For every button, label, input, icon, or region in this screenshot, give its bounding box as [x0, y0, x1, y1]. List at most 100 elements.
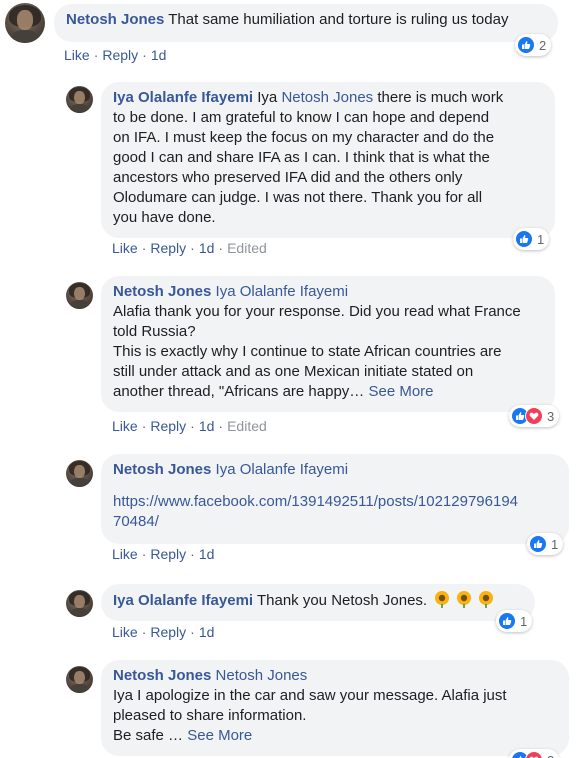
reaction-count: 3	[547, 408, 555, 424]
line-spacer	[113, 480, 557, 492]
comment-last-line: another thread, "Africans are happy… See…	[113, 382, 543, 402]
thumbs-up-icon	[515, 230, 533, 248]
reply-button[interactable]: Reply	[150, 418, 186, 434]
comment-first-line: Iya Olalanfe Ifayemi Iya Netosh Jones th…	[113, 88, 543, 108]
like-button[interactable]: Like	[112, 546, 138, 562]
avatar-face	[74, 594, 85, 609]
avatar-body	[70, 684, 89, 693]
comment-text: Olodumare can judge. I was not there. Th…	[113, 189, 483, 206]
avatar-body	[70, 478, 89, 487]
mention-link[interactable]: Iya Olalanfe Ifayemi	[216, 283, 349, 300]
thumbs-up-icon	[529, 535, 547, 553]
avatar[interactable]	[66, 460, 93, 487]
comment-text: pleased to share information.	[113, 707, 307, 724]
mention-link[interactable]: Netosh Jones	[281, 89, 373, 106]
thumbs-up-icon	[498, 612, 516, 630]
comment-text: Thank you Netosh Jones.	[256, 592, 428, 609]
comment-text: That same humiliation and torture is rul…	[168, 11, 509, 28]
comment-author[interactable]: Iya Olalanfe Ifayemi	[113, 89, 253, 106]
avatar-body	[70, 608, 89, 617]
reaction-count: 1	[520, 613, 528, 629]
sunflower-icon	[457, 591, 472, 608]
reaction-count: 2	[547, 753, 554, 758]
comment-bubble: Iya Olalanfe Ifayemi Iya Netosh Jones th…	[101, 82, 555, 238]
timestamp[interactable]: 1d	[151, 47, 167, 63]
reply-button[interactable]: Reply	[150, 546, 186, 562]
reaction-summary[interactable]: 3	[509, 405, 560, 427]
reaction-summary[interactable]: 2	[509, 749, 560, 758]
comment-actions: Like · Reply · 1d	[64, 47, 167, 63]
comment-text: told Russia?	[113, 323, 196, 340]
comment-bubble: Netosh Jones Iya Olalanfe Ifayemi Alafia…	[101, 276, 555, 412]
see-more-link[interactable]: See More	[368, 383, 433, 400]
see-more-link[interactable]: See More	[187, 727, 252, 744]
avatar-body	[70, 300, 89, 309]
comment-bubble: Netosh Jones That same humiliation and t…	[54, 4, 558, 42]
comment-author[interactable]: Netosh Jones	[113, 283, 211, 300]
comment-bubble: Iya Olalanfe Ifayemi Thank you Netosh Jo…	[101, 584, 535, 621]
timestamp[interactable]: 1d	[199, 240, 215, 256]
comment-actions: Like · Reply · 1d · Edited	[112, 240, 267, 256]
comment-author[interactable]: Netosh Jones	[113, 461, 211, 478]
avatar-face	[74, 286, 85, 301]
reply-button[interactable]: Reply	[102, 47, 138, 63]
like-button[interactable]: Like	[112, 624, 138, 640]
shared-link[interactable]: 70484/	[113, 512, 557, 532]
comment-text: Alafia thank you for your response. Did …	[113, 303, 521, 320]
edited-label[interactable]: Edited	[227, 418, 267, 434]
timestamp[interactable]: 1d	[199, 546, 215, 562]
comment-author[interactable]: Netosh Jones	[66, 11, 164, 28]
avatar-face	[74, 670, 85, 685]
comment-author[interactable]: Iya Olalanfe Ifayemi	[113, 592, 253, 609]
avatar-body	[70, 104, 89, 113]
comment-text: good I can and share IFA as I can. I thi…	[113, 149, 490, 166]
mention-link[interactable]: Iya Olalanfe Ifayemi	[216, 461, 349, 478]
like-button[interactable]: Like	[112, 418, 138, 434]
reaction-count: 1	[551, 536, 559, 552]
avatar[interactable]	[66, 282, 93, 309]
comment-first-line: Netosh Jones Iya Olalanfe Ifayemi	[113, 460, 557, 480]
reaction-summary[interactable]: 1	[527, 533, 564, 555]
comment-text: This is exactly why I continue to state …	[113, 343, 502, 360]
sunflower-icon	[479, 591, 494, 608]
comment-text: Iya I apologize in the car and saw your …	[113, 687, 507, 704]
reaction-summary[interactable]: 2	[515, 34, 552, 56]
timestamp[interactable]: 1d	[199, 418, 215, 434]
reply-button[interactable]: Reply	[150, 240, 186, 256]
comment-actions: Like · Reply · 1d	[112, 624, 215, 640]
sunflower-icon	[435, 591, 450, 608]
sunflower-emoji	[433, 590, 495, 614]
like-button[interactable]: Like	[112, 240, 138, 256]
edited-label[interactable]: Edited	[227, 240, 267, 256]
avatar[interactable]	[66, 666, 93, 693]
avatar-face	[74, 464, 85, 479]
comment-text: there is much work	[377, 89, 504, 106]
mention-prefix: Iya	[257, 89, 278, 106]
timestamp[interactable]: 1d	[199, 624, 215, 640]
avatar[interactable]	[66, 590, 93, 617]
shared-link[interactable]: https://www.facebook.com/1391492511/post…	[113, 492, 557, 512]
reaction-count: 2	[539, 37, 547, 53]
comment-text: you have done.	[113, 209, 216, 226]
comment-text: ancestors who preserved IFA did and the …	[113, 169, 463, 186]
comment-text: on IFA. I must keep the focus on my char…	[113, 129, 495, 146]
comment-actions: Like · Reply · 1d · Edited	[112, 418, 267, 434]
comment-actions: Like · Reply · 1d	[112, 546, 215, 562]
reply-button[interactable]: Reply	[150, 624, 186, 640]
avatar-face	[74, 90, 85, 105]
reaction-summary[interactable]: 1	[496, 610, 533, 632]
avatar[interactable]	[5, 3, 45, 43]
reaction-summary[interactable]: 1	[513, 228, 550, 250]
like-button[interactable]: Like	[64, 47, 90, 63]
comment-first-line: Netosh Jones Iya Olalanfe Ifayemi	[113, 282, 543, 302]
comment-author[interactable]: Netosh Jones	[113, 667, 211, 684]
mention-link[interactable]: Netosh Jones	[216, 667, 308, 684]
reaction-count: 1	[537, 231, 545, 247]
avatar[interactable]	[66, 86, 93, 113]
avatar-face	[17, 10, 33, 31]
comment-bubble: Netosh Jones Netosh Jones Iya I apologiz…	[101, 660, 569, 756]
comment-text: another thread, "Africans are happy…	[113, 383, 365, 400]
comment-first-line: Netosh Jones Netosh Jones	[113, 666, 557, 686]
thumbs-up-icon	[517, 36, 535, 54]
heart-icon	[525, 407, 543, 425]
